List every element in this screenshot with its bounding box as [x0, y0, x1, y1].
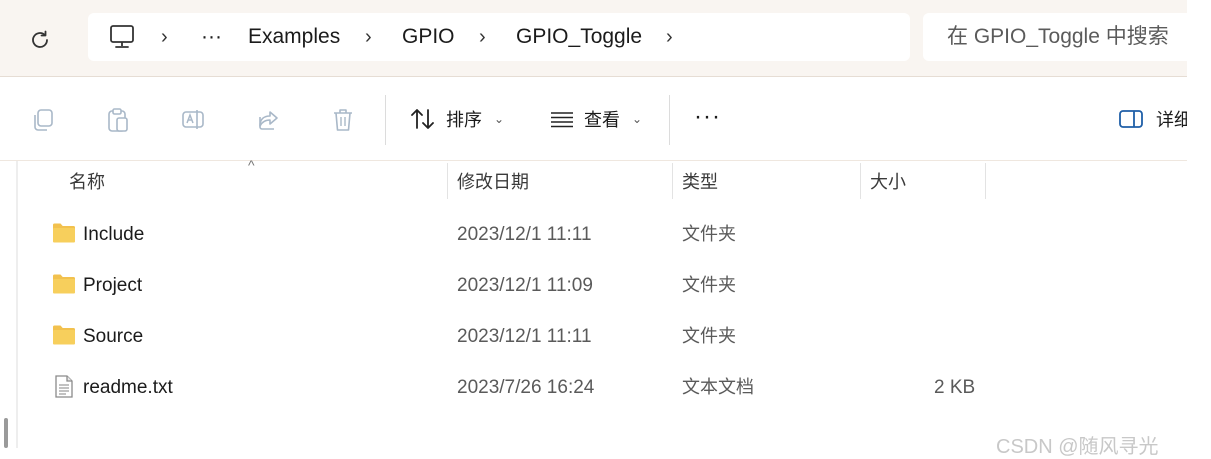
breadcrumb-item-gpio-toggle[interactable]: GPIO_Toggle — [516, 13, 642, 61]
folder-icon — [53, 274, 75, 294]
file-type: 文本文档 — [682, 377, 754, 397]
breadcrumb-overflow[interactable]: ··· — [201, 13, 222, 61]
column-header-type[interactable]: 类型 — [682, 168, 718, 194]
file-row[interactable]: Project 2023/12/1 11:09 文件夹 — [0, 260, 1187, 311]
chevron-right-icon[interactable]: › — [479, 13, 486, 61]
breadcrumb-item-examples[interactable]: Examples — [248, 13, 340, 61]
more-options-button[interactable]: ··· — [694, 105, 721, 129]
details-label: 详细信息 — [1156, 110, 1187, 130]
text-file-icon — [55, 375, 73, 398]
file-row[interactable]: Include 2023/12/1 11:11 文件夹 — [0, 209, 1187, 260]
window-edge — [1187, 0, 1211, 448]
toolbar-divider — [669, 95, 670, 145]
folder-icon — [53, 223, 75, 243]
chevron-down-icon: ⌄ — [632, 112, 643, 126]
share-icon[interactable] — [256, 107, 280, 133]
sort-label: 排序 — [446, 110, 482, 130]
file-name[interactable]: Source — [83, 311, 143, 362]
file-row[interactable]: Source 2023/12/1 11:11 文件夹 — [0, 311, 1187, 362]
rename-icon[interactable] — [181, 107, 205, 133]
file-name[interactable]: Project — [83, 260, 142, 311]
column-header-name[interactable]: 名称 — [69, 168, 105, 194]
file-type: 文件夹 — [682, 326, 736, 346]
address-bar-area: › ··· Examples › GPIO › GPIO_Toggle › 在 … — [0, 0, 1187, 77]
breadcrumb-item-gpio[interactable]: GPIO — [402, 13, 455, 61]
sort-button[interactable]: 排序 ⌄ — [410, 103, 504, 135]
file-name[interactable]: Include — [83, 209, 144, 260]
chevron-right-icon[interactable]: › — [666, 13, 673, 61]
file-type: 文件夹 — [682, 224, 736, 244]
column-divider[interactable] — [447, 163, 448, 199]
command-bar: 排序 ⌄ 查看 ⌄ ··· 详细信息 — [0, 77, 1187, 160]
details-pane-icon — [1119, 110, 1143, 128]
file-type: 文件夹 — [682, 275, 736, 295]
details-pane-button[interactable]: 详细信息 — [1118, 103, 1187, 135]
file-date: 2023/12/1 11:11 — [457, 224, 592, 245]
refresh-icon[interactable] — [28, 28, 52, 52]
column-divider[interactable] — [860, 163, 861, 199]
column-divider[interactable] — [985, 163, 986, 199]
file-date: 2023/7/26 16:24 — [457, 377, 595, 398]
paste-icon[interactable] — [106, 107, 130, 133]
view-label: 查看 — [584, 110, 620, 130]
folder-icon — [53, 325, 75, 345]
file-date: 2023/12/1 11:09 — [457, 275, 593, 296]
watermark: CSDN @随风寻光 — [996, 436, 1159, 458]
delete-icon[interactable] — [331, 107, 355, 133]
view-lines-icon — [551, 112, 573, 128]
scrollbar[interactable] — [4, 418, 8, 448]
chevron-down-icon: ⌄ — [494, 112, 505, 126]
sort-icon — [411, 109, 434, 129]
file-row[interactable]: readme.txt 2023/7/26 16:24 文本文档 2 KB — [0, 362, 1187, 413]
this-pc-icon[interactable] — [108, 24, 136, 50]
chevron-right-icon[interactable]: › — [161, 13, 168, 61]
file-date: 2023/12/1 11:11 — [457, 326, 592, 347]
chevron-right-icon[interactable]: › — [365, 13, 372, 61]
search-box[interactable]: 在 GPIO_Toggle 中搜索 — [923, 13, 1187, 61]
toolbar-divider — [385, 95, 386, 145]
column-header-size[interactable]: 大小 — [870, 168, 906, 194]
sort-ascending-icon: ^ — [248, 157, 255, 173]
column-divider[interactable] — [672, 163, 673, 199]
search-input[interactable]: 在 GPIO_Toggle 中搜索 — [947, 13, 1169, 61]
file-size: 2 KB — [934, 377, 976, 398]
view-button[interactable]: 查看 ⌄ — [550, 103, 642, 135]
copy-icon[interactable] — [31, 107, 55, 133]
breadcrumb[interactable]: › ··· Examples › GPIO › GPIO_Toggle › — [88, 13, 910, 61]
column-header-date[interactable]: 修改日期 — [457, 168, 529, 194]
file-name[interactable]: readme.txt — [83, 362, 173, 413]
